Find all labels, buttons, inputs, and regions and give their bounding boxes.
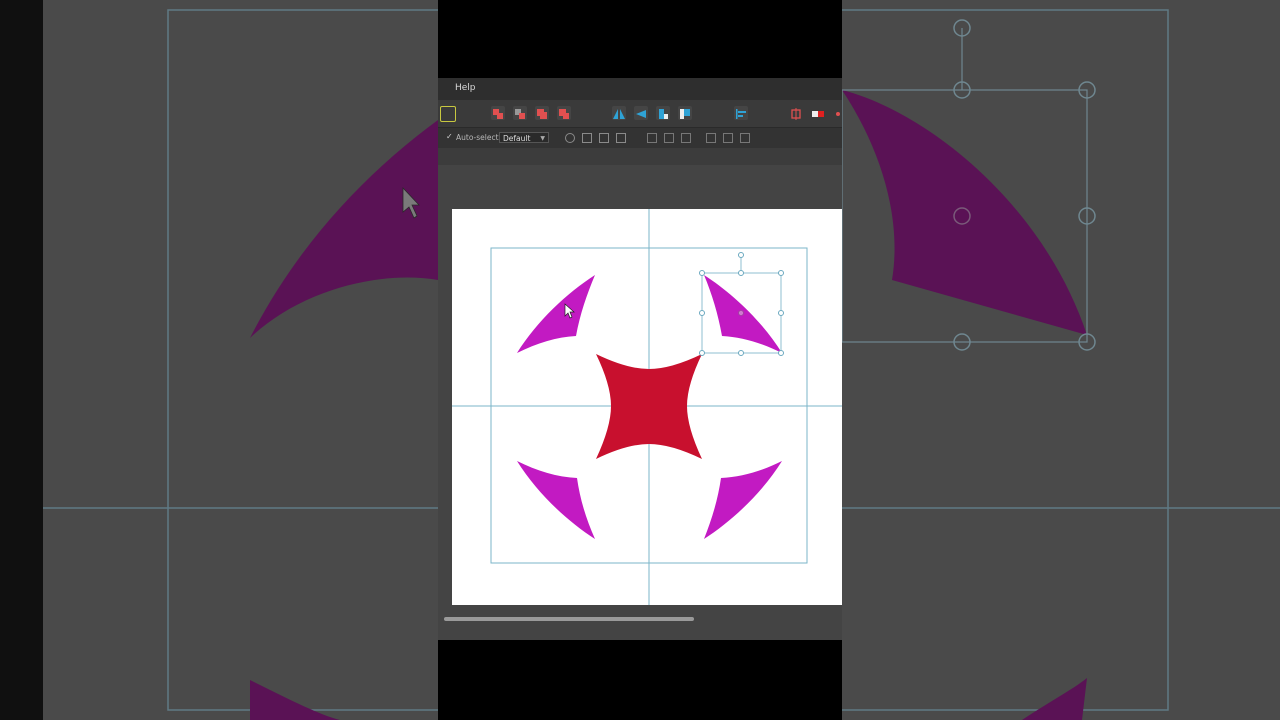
context-toolbar: ✓ Auto-select: Default ▼ xyxy=(438,127,842,149)
align-top-edges-icon[interactable] xyxy=(706,133,716,143)
resize-handle-top-left[interactable] xyxy=(699,270,705,276)
show-alignment-handles-icon[interactable] xyxy=(599,133,609,143)
app-window: Help ✓ Auto-select: Default ▼ xyxy=(438,0,842,720)
align-bottom-edges-icon[interactable] xyxy=(740,133,750,143)
menu-bar: Help xyxy=(438,78,842,100)
snapping-icon[interactable] xyxy=(440,106,456,122)
resize-handle-bottom-right[interactable] xyxy=(778,350,784,356)
document-canvas[interactable] xyxy=(452,209,842,605)
align-horizontal-centers-icon[interactable] xyxy=(664,133,674,143)
align-right-edges-icon[interactable] xyxy=(681,133,691,143)
video-letterbox-bottom xyxy=(438,640,842,720)
auto-select-checkbox-icon[interactable]: ✓ xyxy=(446,132,453,141)
align-vertical-centers-icon[interactable] xyxy=(723,133,733,143)
horizontal-scrollbar[interactable] xyxy=(444,617,694,621)
flip-vertical-icon[interactable] xyxy=(634,106,648,120)
chevron-down-icon: ▼ xyxy=(540,135,545,142)
rotate-right-icon[interactable] xyxy=(678,106,692,120)
spike-shape-bottom-right[interactable] xyxy=(704,461,782,539)
dimmed-background-left xyxy=(0,0,438,720)
flip-horizontal-icon[interactable] xyxy=(612,106,626,120)
dimmed-spike-shape-bottom xyxy=(1022,678,1087,720)
workspace xyxy=(438,165,842,640)
transform-center-icon[interactable] xyxy=(565,133,575,143)
menu-help[interactable]: Help xyxy=(455,83,476,93)
resize-handle-left[interactable] xyxy=(699,310,705,316)
spike-shape-bottom-left[interactable] xyxy=(517,461,595,539)
resize-handle-bottom-left[interactable] xyxy=(699,350,705,356)
transform-center-handle[interactable] xyxy=(738,310,744,316)
resize-handle-right[interactable] xyxy=(778,310,784,316)
dimmed-canvas-zoom-right xyxy=(842,9,1280,720)
cross-pattee-shape[interactable] xyxy=(596,354,702,459)
resize-handle-top[interactable] xyxy=(738,270,744,276)
toggle-swatch-icon[interactable] xyxy=(811,106,825,120)
spike-shape-top-left[interactable] xyxy=(517,275,595,353)
resize-handle-bottom[interactable] xyxy=(738,350,744,356)
boolean-xor-icon[interactable] xyxy=(557,106,571,120)
boolean-intersect-icon[interactable] xyxy=(535,106,549,120)
rotate-left-icon[interactable] xyxy=(656,106,670,120)
more-tools-icon[interactable] xyxy=(833,106,842,120)
main-toolbar xyxy=(438,100,842,127)
canvas-artwork xyxy=(452,209,842,605)
align-left-icon[interactable] xyxy=(734,106,748,120)
show-transform-icon[interactable] xyxy=(616,133,626,143)
auto-select-value: Default xyxy=(503,134,531,143)
rotation-handle[interactable] xyxy=(738,252,744,258)
resize-handle-top-right[interactable] xyxy=(778,270,784,276)
transform-origin-icon[interactable] xyxy=(789,106,803,120)
dimmed-black-edge xyxy=(0,0,43,720)
auto-select-dropdown[interactable]: Default ▼ xyxy=(499,132,549,143)
boolean-subtract-icon[interactable] xyxy=(513,106,527,120)
toolbar-spacer xyxy=(438,148,842,165)
dimmed-spike-shape-bottom xyxy=(250,680,340,720)
show-bounding-box-icon[interactable] xyxy=(582,133,592,143)
dimmed-selected-spike xyxy=(842,90,1087,335)
dimmed-canvas-zoom-left xyxy=(43,9,438,720)
dimmed-guide-box xyxy=(167,9,438,711)
boolean-add-icon[interactable] xyxy=(491,106,505,120)
dimmed-spike-shape xyxy=(250,120,438,338)
auto-select-label: Auto-select: xyxy=(456,133,502,142)
dimmed-background-right xyxy=(842,0,1280,720)
align-left-edges-icon[interactable] xyxy=(647,133,657,143)
